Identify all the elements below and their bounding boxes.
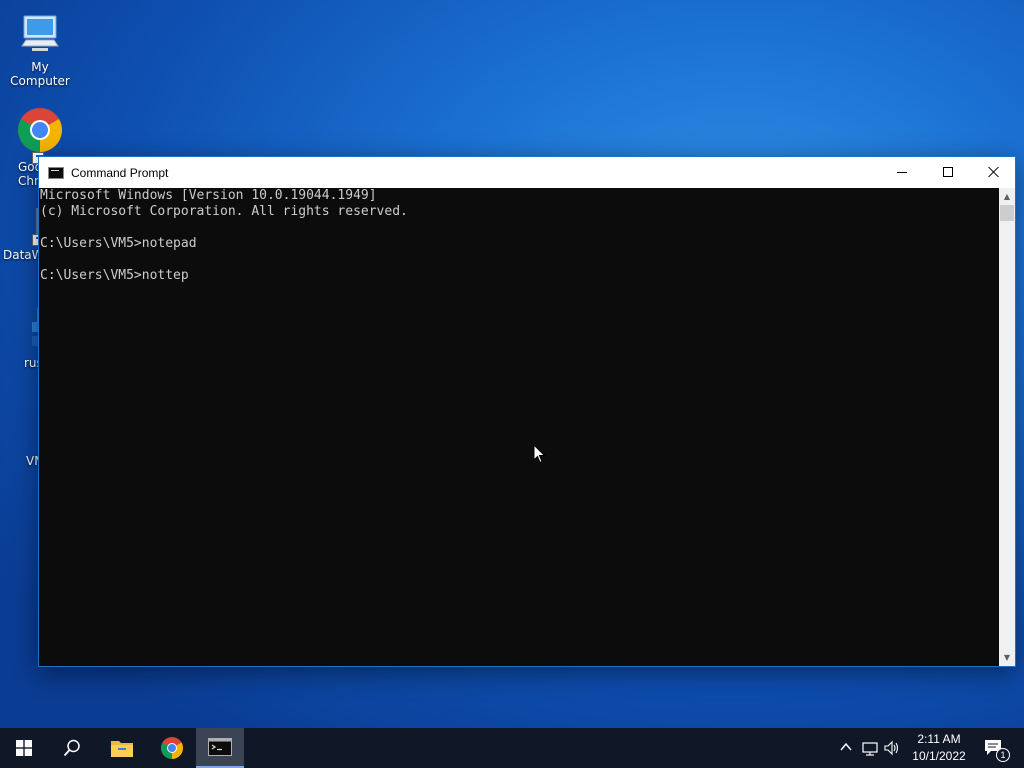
chrome-icon (161, 737, 183, 759)
console-output[interactable]: Microsoft Windows [Version 10.0.19044.19… (39, 188, 999, 666)
taskbar-file-explorer[interactable] (98, 728, 146, 768)
volume-icon[interactable] (884, 740, 900, 756)
clock-time: 2:11 AM (917, 732, 961, 746)
scroll-up-icon[interactable]: ▲ (999, 188, 1015, 205)
maximize-button[interactable] (925, 157, 971, 187)
start-button[interactable] (0, 728, 48, 768)
minimize-button[interactable] (879, 157, 925, 187)
desktop-icon-my-computer[interactable]: My Computer (0, 10, 80, 88)
taskbar-clock[interactable]: 2:11 AM 10/1/2022 (905, 731, 973, 765)
window-title: Command Prompt (71, 165, 169, 180)
vertical-scrollbar[interactable]: ▲ ▼ (999, 188, 1015, 666)
maximize-icon (943, 167, 953, 177)
clock-date: 10/1/2022 (912, 749, 966, 763)
chevron-up-icon[interactable] (838, 740, 854, 756)
scrollbar-thumb[interactable] (1000, 205, 1014, 221)
window-titlebar[interactable]: Command Prompt (39, 157, 1015, 188)
notification-badge: 1 (996, 748, 1010, 762)
folder-icon (111, 741, 133, 757)
mouse-pointer-icon (533, 443, 547, 464)
windows-logo-icon (16, 740, 32, 756)
scroll-down-icon[interactable]: ▼ (999, 649, 1015, 666)
taskbar-chrome[interactable] (148, 728, 196, 768)
taskbar-command-prompt[interactable] (196, 728, 244, 768)
command-prompt-window[interactable]: Command Prompt Microsoft Windows [Versio… (38, 156, 1016, 667)
network-icon[interactable] (862, 740, 878, 756)
command-prompt-icon (48, 166, 64, 179)
taskbar: 2:11 AM 10/1/2022 1 (0, 728, 1024, 768)
close-button[interactable] (971, 157, 1017, 187)
close-icon (988, 166, 1000, 178)
desktop-icon-label: My Computer (10, 60, 70, 88)
chrome-icon (16, 106, 64, 164)
search-button[interactable] (48, 728, 96, 768)
search-icon (63, 739, 80, 757)
action-center-button[interactable]: 1 (976, 728, 1012, 768)
command-prompt-icon (208, 738, 232, 756)
minimize-icon (897, 171, 907, 173)
computer-icon (16, 10, 64, 58)
